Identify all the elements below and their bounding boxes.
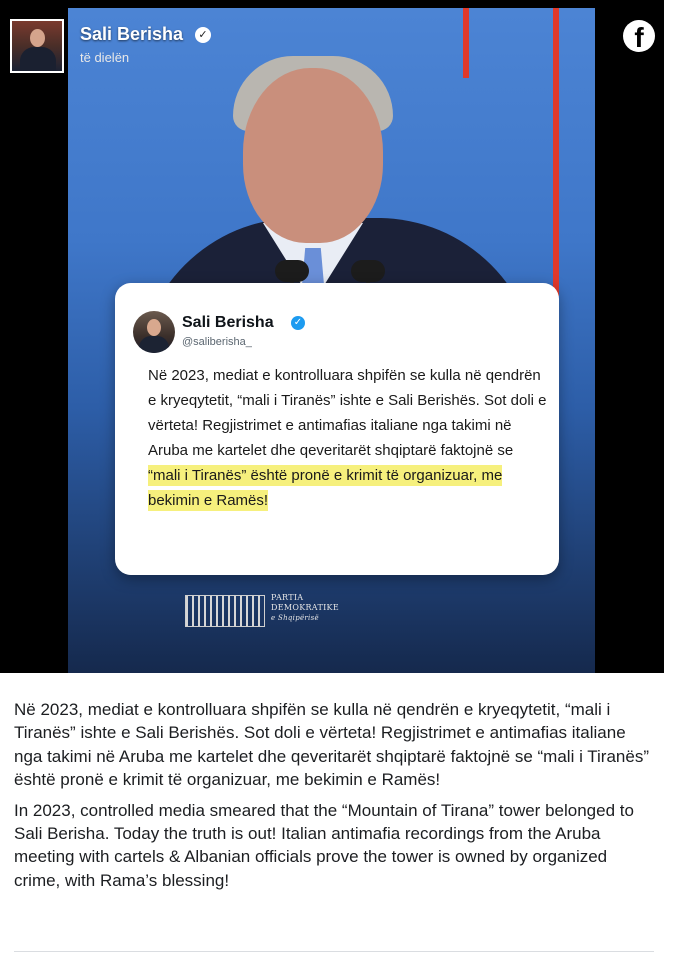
- party-logo-line3: e Shqipërisë: [271, 614, 319, 622]
- facebook-icon[interactable]: f: [623, 20, 655, 52]
- verified-badge-icon: ✓: [195, 27, 211, 43]
- tweet-avatar: [133, 311, 175, 353]
- post-media[interactable]: Sali Berisha ✓ @saliberisha_ Në 2023, me…: [0, 0, 664, 673]
- post-timestamp[interactable]: të dielën: [80, 50, 129, 65]
- tweet-author-name: Sali Berisha: [182, 314, 274, 331]
- backdrop-red-line: [553, 8, 559, 293]
- author-avatar[interactable]: [10, 19, 64, 73]
- caption-english: In 2023, controlled media smeared that t…: [14, 800, 634, 890]
- verified-badge-icon: ✓: [291, 316, 305, 330]
- tweet-handle: @saliberisha_: [182, 336, 252, 348]
- backdrop-red-line: [463, 8, 469, 78]
- microphone-icon: [351, 260, 385, 282]
- caption-albanian: Në 2023, mediat e kontrolluara shpifën s…: [14, 700, 649, 790]
- microphone-icon: [275, 260, 309, 282]
- party-logo: PARTIA DEMOKRATIKE e Shqipërisë: [185, 593, 360, 629]
- tweet-text-plain: Në 2023, mediat e kontrolluara shpifën s…: [148, 367, 547, 459]
- tweet-card: Sali Berisha ✓ @saliberisha_ Në 2023, me…: [115, 283, 559, 575]
- tweet-text-highlight: “mali i Tiranës” është pronë e krimit të…: [148, 465, 503, 511]
- post-caption: Në 2023, mediat e kontrolluara shpifën s…: [14, 698, 654, 899]
- speaker-head: [243, 68, 383, 243]
- tweet-text: Në 2023, mediat e kontrolluara shpifën s…: [148, 363, 548, 513]
- party-building-icon: [185, 595, 265, 627]
- party-logo-line2: DEMOKRATIKE: [271, 603, 339, 612]
- party-logo-text: PARTIA DEMOKRATIKE e Shqipërisë: [271, 593, 339, 623]
- party-logo-line1: PARTIA: [271, 593, 304, 602]
- author-name[interactable]: Sali Berisha: [80, 24, 183, 45]
- divider: [14, 951, 654, 952]
